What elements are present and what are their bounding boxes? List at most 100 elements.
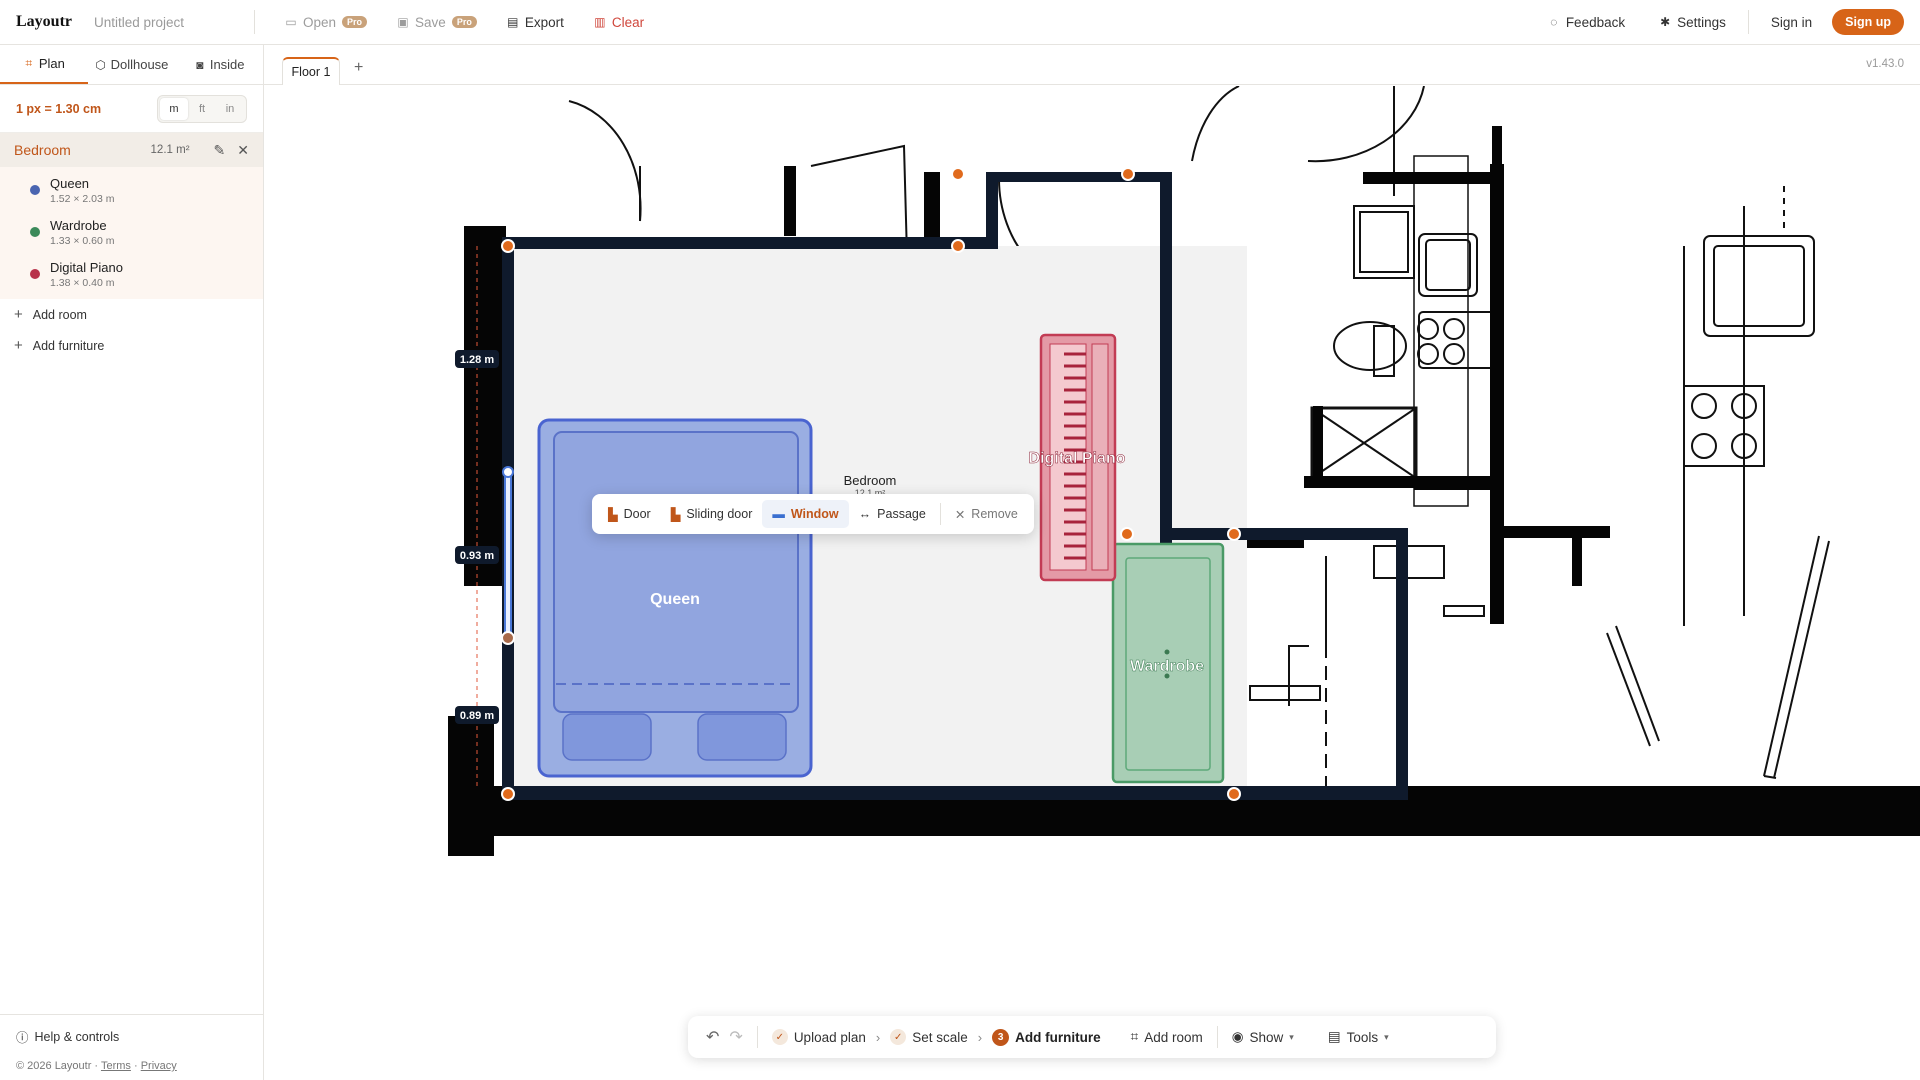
plus-icon: + (14, 306, 23, 323)
plus-icon: + (14, 337, 23, 354)
open-button[interactable]: ▭ Open Pro (285, 15, 368, 30)
save-icon: ▣ (397, 15, 409, 29)
color-dot (30, 269, 40, 279)
camera-icon: ◙ (196, 57, 204, 72)
arrows-icon: ↔ (858, 507, 872, 521)
chevron-right-icon: › (977, 1029, 983, 1045)
check-icon: ✓ (890, 1029, 907, 1045)
tab-inside[interactable]: ◙ Inside (175, 45, 263, 84)
svg-text:0.89 m: 0.89 m (460, 710, 494, 722)
divider (756, 1026, 758, 1048)
show-dropdown[interactable]: ◉ Show ▾ (1232, 1029, 1294, 1045)
step-upload-plan[interactable]: ✓ Upload plan (771, 1029, 866, 1045)
tab-floor-1[interactable]: Floor 1 (282, 57, 340, 85)
tools-dropdown[interactable]: ▤ Tools ▾ (1328, 1029, 1389, 1045)
unit-m[interactable]: m (160, 97, 188, 120)
sidebar: ⌗ Plan ⬡ Dollhouse ◙ Inside 1 px = 1.30 … (0, 45, 264, 1080)
pro-badge: Pro (342, 16, 368, 28)
add-room-button[interactable]: + Add room (0, 299, 263, 330)
divider (1216, 1026, 1218, 1048)
dimension-badge: 1.28 m (455, 350, 499, 368)
door-button[interactable]: ▙ Door (598, 500, 661, 528)
passage-button[interactable]: ↔ Passage (849, 500, 936, 528)
help-link[interactable]: ⓘ Help & controls (16, 1027, 247, 1046)
scale-row: 1 px = 1.30 cm m ft in (0, 85, 263, 133)
signup-button[interactable]: Sign up (1832, 9, 1904, 35)
window-handle[interactable] (502, 466, 514, 478)
chat-icon: ◌ (1550, 15, 1558, 29)
room-label: Bedroom (844, 473, 897, 488)
room-area: 12.1 m² (150, 144, 190, 156)
folder-icon: ▭ (285, 15, 297, 29)
export-button[interactable]: ▤ Export (507, 15, 564, 30)
room-icon: ⌗ (1130, 1029, 1139, 1044)
divider (1747, 10, 1749, 34)
list-item[interactable]: Queen 1.52 × 2.03 m (0, 169, 263, 211)
divider (254, 10, 255, 34)
add-floor-icon[interactable]: + (354, 59, 363, 77)
settings-button[interactable]: ✱ Settings (1659, 15, 1726, 30)
app-logo: Layoutr (16, 13, 72, 30)
signin-button[interactable]: Sign in (1771, 15, 1812, 30)
list-item[interactable]: Digital Piano 1.38 × 0.40 m (0, 253, 263, 295)
svg-text:0.93 m: 0.93 m (460, 550, 494, 562)
toolbox-icon: ▤ (1327, 1029, 1341, 1044)
tab-dollhouse[interactable]: ⬡ Dollhouse (88, 45, 176, 84)
door-icon: ▙ (608, 507, 618, 522)
trash-icon: ▥ (594, 15, 606, 29)
furniture-list: Queen 1.52 × 2.03 m Wardrobe 1.33 × 0.60… (0, 167, 263, 299)
room-header[interactable]: Bedroom 12.1 m² ✎ ✕ (0, 133, 263, 167)
step-add-furniture[interactable]: 3 Add furniture (992, 1028, 1101, 1046)
privacy-link[interactable]: Privacy (141, 1060, 177, 1072)
project-title[interactable]: Untitled project (94, 15, 254, 30)
version-label: v1.43.0 (1866, 58, 1904, 70)
window-icon: ▬ (772, 507, 785, 521)
unit-switcher: m ft in (157, 94, 247, 123)
divider (939, 503, 941, 525)
list-item[interactable]: Wardrobe 1.33 × 0.60 m (0, 211, 263, 253)
unit-in[interactable]: in (216, 98, 244, 120)
undo-icon[interactable]: ↶ (706, 1027, 719, 1047)
chevron-right-icon: › (875, 1029, 881, 1045)
sidebar-footer: ⓘ Help & controls © 2026 Layoutr · Terms… (0, 1014, 263, 1080)
color-dot (30, 227, 40, 237)
sliding-door-button[interactable]: ▙ Sliding door (661, 500, 763, 528)
gear-icon: ✱ (1660, 15, 1671, 29)
floor-plan-drawing[interactable]: 1.28 m 0.93 m 0.89 m Queen Wardrobe Digi… (264, 86, 1920, 1080)
pro-badge: Pro (451, 16, 477, 28)
file-icon: ▤ (507, 15, 519, 29)
redo-icon[interactable]: ↷ (729, 1027, 742, 1047)
opening-type-popup: ▙ Door ▙ Sliding door ▬ Window ↔ Passage… (592, 494, 1034, 534)
terms-link[interactable]: Terms (101, 1060, 131, 1072)
dimension-badge: 0.93 m (455, 546, 499, 564)
selected-window[interactable] (504, 471, 512, 639)
wardrobe-label: Wardrobe (1130, 658, 1204, 675)
top-toolbar: Layoutr Untitled project ▭ Open Pro ▣ Sa… (0, 0, 1920, 45)
pencil-icon[interactable]: ✎ (214, 142, 226, 159)
step-set-scale[interactable]: ✓ Set scale (890, 1029, 968, 1045)
chevron-down-icon: ▾ (1384, 1031, 1389, 1042)
svg-text:1.28 m: 1.28 m (460, 354, 494, 366)
unit-ft[interactable]: ft (188, 98, 216, 120)
tab-plan[interactable]: ⌗ Plan (0, 45, 88, 84)
scale-readout[interactable]: 1 px = 1.30 cm (16, 102, 101, 116)
help-icon: ⓘ (16, 1031, 29, 1045)
floor-tabs-bar: Floor 1 + v1.43.0 (264, 45, 1920, 85)
clear-button[interactable]: ▥ Clear (594, 15, 644, 30)
copyright: © 2026 Layoutr · Terms · Privacy (16, 1060, 177, 1072)
window-button[interactable]: ▬ Window (762, 500, 849, 528)
save-button[interactable]: ▣ Save Pro (397, 15, 477, 30)
remove-button[interactable]: ✕ Remove (945, 500, 1028, 528)
check-icon: ✓ (771, 1029, 788, 1045)
cube-icon: ⬡ (95, 57, 106, 72)
view-mode-tabs: ⌗ Plan ⬡ Dollhouse ◙ Inside (0, 45, 263, 85)
add-furniture-button[interactable]: + Add furniture (0, 330, 263, 361)
plan-icon: ⌗ (25, 56, 33, 70)
close-icon: ✕ (954, 507, 966, 522)
queen-label: Queen (650, 591, 700, 608)
floor-plan-canvas[interactable]: 1.28 m 0.93 m 0.89 m Queen Wardrobe Digi… (264, 86, 1920, 1080)
add-room-tool[interactable]: ⌗ Add room (1131, 1029, 1203, 1045)
close-icon[interactable]: ✕ (237, 142, 249, 159)
feedback-button[interactable]: ◌ Feedback (1548, 15, 1625, 30)
step-number: 3 (992, 1028, 1010, 1046)
